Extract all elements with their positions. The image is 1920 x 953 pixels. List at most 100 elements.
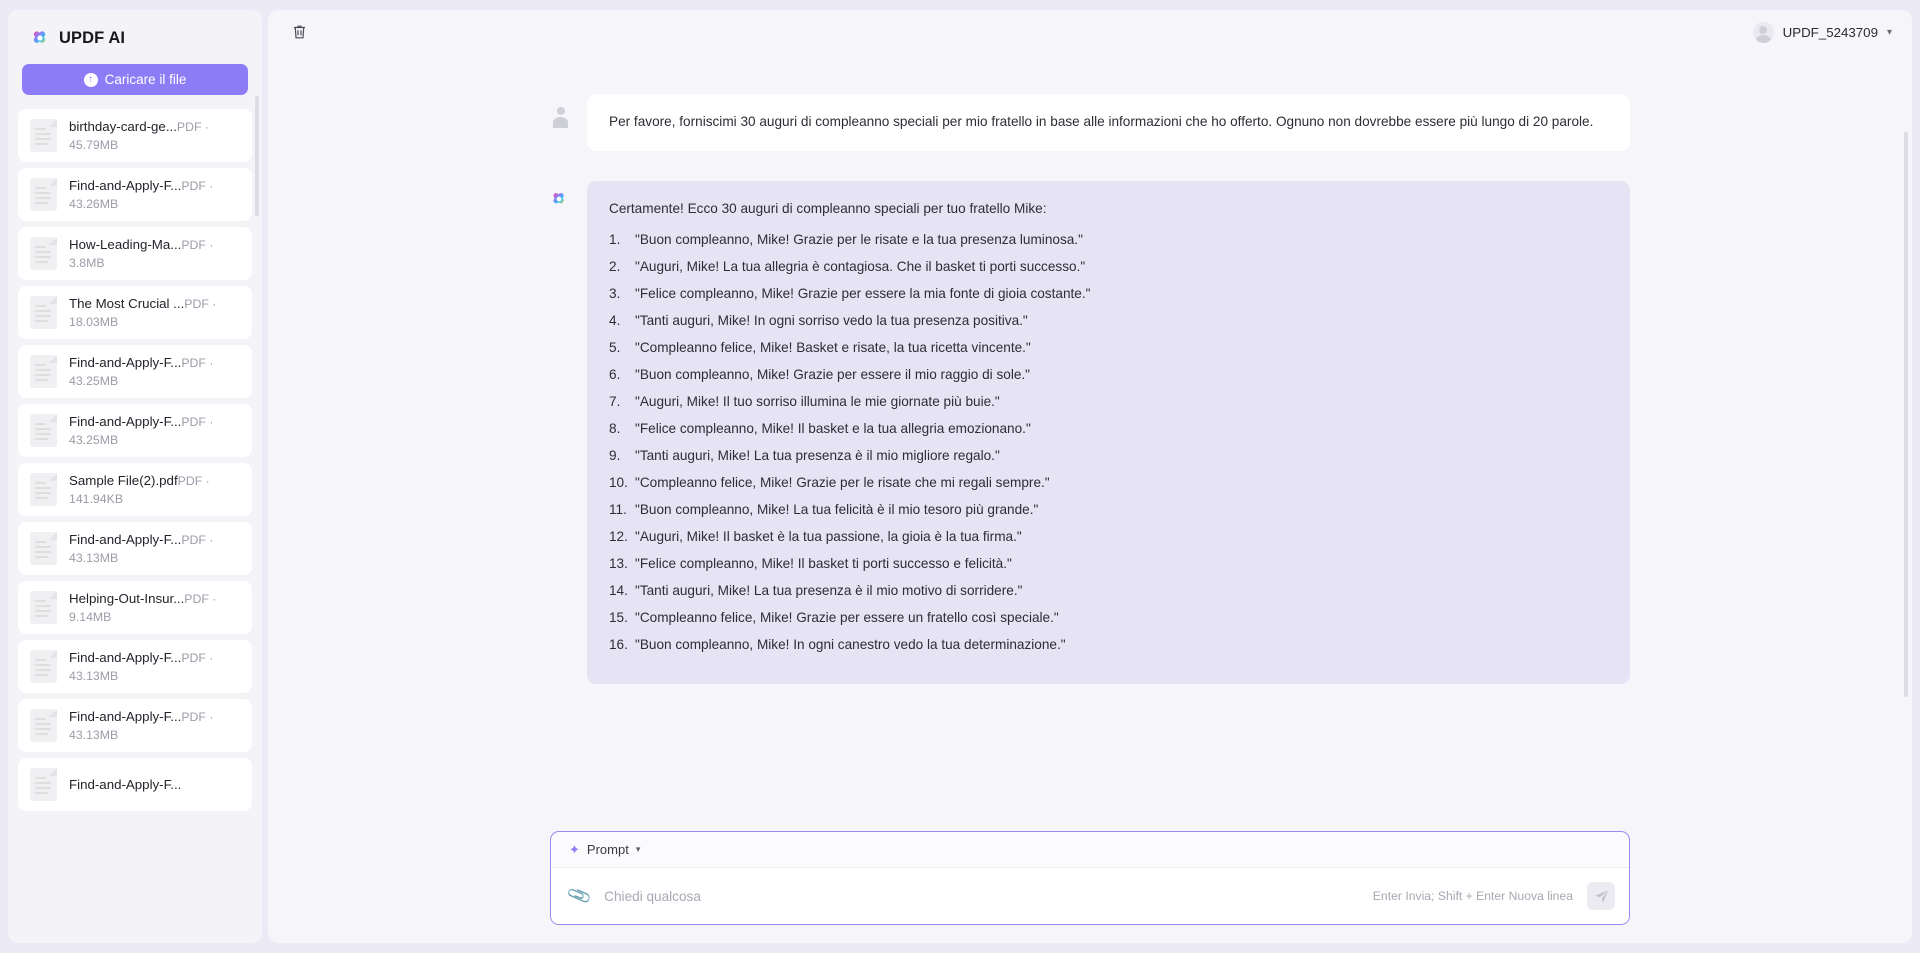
- ai-avatar-slot: [550, 181, 572, 684]
- ai-wish-item: "Felice compleanno, Mike! Il basket e la…: [609, 419, 1608, 439]
- ai-wish-text: "Compleanno felice, Mike! Grazie per ess…: [635, 610, 1059, 625]
- composer-toolbar: ✦ Prompt ▾: [551, 832, 1629, 868]
- app-root: UPDF AI ↑ Caricare il file birthday-card…: [0, 0, 1920, 953]
- ai-wish-item: "Tanti auguri, Mike! La tua presenza è i…: [609, 581, 1608, 601]
- topbar: UPDF_5243709 ▾: [268, 10, 1912, 54]
- file-name: Helping-Out-Insur...: [69, 590, 185, 606]
- pdf-file-icon: [30, 650, 57, 683]
- pdf-file-icon: [30, 178, 57, 211]
- file-list: birthday-card-ge...PDF · 45.79MB Find-and…: [8, 109, 262, 943]
- ai-wish-text: "Buon compleanno, Mike! Grazie per esser…: [635, 367, 1030, 382]
- ai-wish-item: "Auguri, Mike! La tua allegria è contagi…: [609, 257, 1608, 277]
- trash-icon[interactable]: [286, 19, 312, 45]
- ask-input[interactable]: [604, 888, 1359, 904]
- file-name: Find-and-Apply-F...: [69, 413, 182, 429]
- pdf-file-icon: [30, 473, 57, 506]
- file-list-item[interactable]: Find-and-Apply-F...PDF · 43.25MB: [18, 404, 252, 457]
- ai-wish-item: "Buon compleanno, Mike! In ogni canestro…: [609, 635, 1608, 655]
- ai-wish-text: "Buon compleanno, Mike! In ogni canestro…: [635, 637, 1066, 652]
- file-name: birthday-card-ge...: [69, 118, 177, 134]
- user-message-bubble: Per favore, forniscimi 30 auguri di comp…: [587, 94, 1630, 151]
- brand-title: UPDF AI: [59, 28, 126, 47]
- sidebar-scrollbar[interactable]: [255, 96, 259, 216]
- file-name: The Most Crucial ...: [69, 295, 185, 311]
- composer-hint: Enter Invia; Shift + Enter Nuova linea: [1372, 889, 1573, 903]
- ai-wish-item: "Auguri, Mike! Il basket è la tua passio…: [609, 527, 1608, 547]
- ai-intro-text: Certamente! Ecco 30 auguri di compleanno…: [609, 201, 1047, 216]
- file-list-item[interactable]: Find-and-Apply-F...PDF · 43.13MB: [18, 522, 252, 575]
- ai-wish-item: "Tanti auguri, Mike! La tua presenza è i…: [609, 446, 1608, 466]
- prompt-selector-label[interactable]: Prompt: [587, 842, 629, 857]
- chevron-down-icon: ▾: [1886, 26, 1892, 38]
- file-list-item[interactable]: Sample File(2).pdfPDF · 141.94KB: [18, 463, 252, 516]
- ai-wish-text: "Compleanno felice, Mike! Grazie per le …: [635, 475, 1050, 490]
- ai-wish-text: "Compleanno felice, Mike! Basket e risat…: [635, 340, 1031, 355]
- pdf-file-icon: [30, 414, 57, 447]
- ai-wish-text: "Tanti auguri, Mike! In ogni sorriso ved…: [635, 313, 1028, 328]
- user-menu[interactable]: UPDF_5243709 ▾: [1752, 21, 1892, 43]
- file-name: Find-and-Apply-F...: [69, 354, 182, 370]
- file-list-item[interactable]: Find-and-Apply-F...: [18, 758, 252, 811]
- ai-wish-item: "Felice compleanno, Mike! Grazie per ess…: [609, 284, 1608, 304]
- pdf-file-icon: [30, 119, 57, 152]
- caret-down-icon[interactable]: ▾: [636, 844, 641, 855]
- send-icon[interactable]: [1587, 882, 1615, 910]
- file-list-item[interactable]: Find-and-Apply-F...PDF · 43.25MB: [18, 345, 252, 398]
- pdf-file-icon: [30, 532, 57, 565]
- file-list-item[interactable]: How-Leading-Ma...PDF · 3.8MB: [18, 227, 252, 280]
- ai-wish-item: "Auguri, Mike! Il tuo sorriso illumina l…: [609, 392, 1608, 412]
- ai-wish-item: "Buon compleanno, Mike! Grazie per le ri…: [609, 230, 1608, 250]
- ai-wish-item: "Felice compleanno, Mike! Il basket ti p…: [609, 554, 1608, 574]
- ai-wish-text: "Buon compleanno, Mike! La tua felicità …: [635, 502, 1039, 517]
- composer-input-row: 📎 Enter Invia; Shift + Enter Nuova linea: [551, 868, 1629, 924]
- ai-wish-item: "Compleanno felice, Mike! Grazie per ess…: [609, 608, 1608, 628]
- updf-logo-icon: [30, 28, 50, 48]
- ai-wish-item: "Buon compleanno, Mike! La tua felicità …: [609, 500, 1608, 520]
- ai-wish-item: "Tanti auguri, Mike! In ogni sorriso ved…: [609, 311, 1608, 331]
- ai-wish-text: "Auguri, Mike! Il tuo sorriso illumina l…: [635, 394, 1000, 409]
- pdf-file-icon: [30, 355, 57, 388]
- chat-scroll-area[interactable]: Per favore, forniscimi 30 auguri di comp…: [268, 54, 1912, 817]
- file-name: Find-and-Apply-F...: [69, 708, 182, 724]
- file-list-item[interactable]: Find-and-Apply-F...PDF · 43.26MB: [18, 168, 252, 221]
- ai-message-row: Certamente! Ecco 30 auguri di compleanno…: [550, 181, 1630, 684]
- updf-logo-icon: [553, 192, 564, 204]
- file-list-item[interactable]: birthday-card-ge...PDF · 45.79MB: [18, 109, 252, 162]
- file-list-item[interactable]: Find-and-Apply-F...PDF · 43.13MB: [18, 699, 252, 752]
- file-name: Find-and-Apply-F...: [69, 649, 182, 665]
- sparkle-icon: ✦: [569, 841, 580, 857]
- user-name: UPDF_5243709: [1782, 24, 1878, 40]
- main-panel: UPDF_5243709 ▾ Per favore, forniscimi 30…: [268, 10, 1912, 943]
- chat-scrollbar[interactable]: [1904, 132, 1908, 697]
- file-list-item[interactable]: Helping-Out-Insur...PDF · 9.14MB: [18, 581, 252, 634]
- user-message-row: Per favore, forniscimi 30 auguri di comp…: [550, 94, 1630, 151]
- brand: UPDF AI: [8, 10, 262, 58]
- ai-wish-text: "Auguri, Mike! Il basket è la tua passio…: [635, 529, 1022, 544]
- pdf-file-icon: [30, 237, 57, 270]
- user-avatar-slot: [550, 94, 572, 151]
- composer: ✦ Prompt ▾ 📎 Enter Invia; Shift + Enter …: [550, 831, 1630, 925]
- ai-wish-item: "Buon compleanno, Mike! Grazie per esser…: [609, 365, 1608, 385]
- paperclip-icon[interactable]: 📎: [566, 882, 594, 909]
- ai-message-bubble: Certamente! Ecco 30 auguri di compleanno…: [587, 181, 1630, 684]
- pdf-file-icon: [30, 296, 57, 329]
- pdf-file-icon: [30, 709, 57, 742]
- file-name: Sample File(2).pdf: [69, 472, 178, 488]
- file-name: Find-and-Apply-F...: [69, 177, 182, 193]
- ai-wish-text: "Felice compleanno, Mike! Grazie per ess…: [635, 286, 1091, 301]
- file-list-item[interactable]: Find-and-Apply-F...PDF · 43.13MB: [18, 640, 252, 693]
- upload-circle-icon: ↑: [83, 72, 98, 87]
- ai-wish-text: "Tanti auguri, Mike! La tua presenza è i…: [635, 448, 1000, 463]
- ai-wish-text: "Auguri, Mike! La tua allegria è contagi…: [635, 259, 1086, 274]
- file-list-item[interactable]: The Most Crucial ...PDF · 18.03MB: [18, 286, 252, 339]
- pdf-file-icon: [30, 768, 57, 801]
- composer-area: ✦ Prompt ▾ 📎 Enter Invia; Shift + Enter …: [268, 817, 1912, 943]
- ai-wish-item: "Compleanno felice, Mike! Grazie per le …: [609, 473, 1608, 493]
- ai-wish-text: "Tanti auguri, Mike! La tua presenza è i…: [635, 583, 1023, 598]
- file-name: How-Leading-Ma...: [69, 236, 182, 252]
- avatar-icon: [1752, 21, 1774, 43]
- upload-file-button[interactable]: ↑ Caricare il file: [22, 64, 248, 95]
- ai-wish-text: "Felice compleanno, Mike! Il basket ti p…: [635, 556, 1012, 571]
- ai-wish-item: "Compleanno felice, Mike! Basket e risat…: [609, 338, 1608, 358]
- ai-wish-text: "Buon compleanno, Mike! Grazie per le ri…: [635, 232, 1083, 247]
